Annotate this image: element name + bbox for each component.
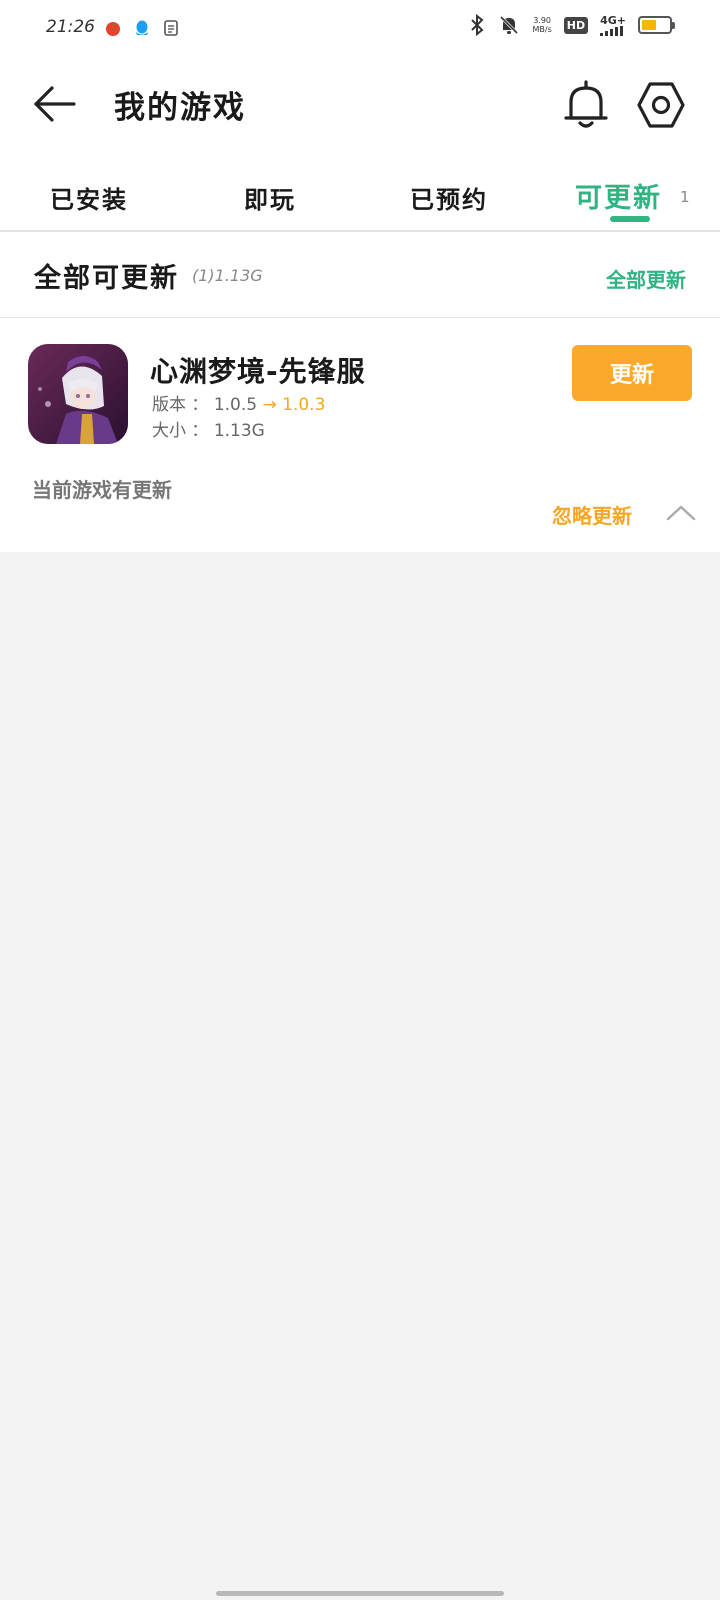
hd-badge: HD <box>563 16 589 34</box>
game-size: 大小 ： 1.13G <box>152 421 265 441</box>
battery-icon <box>638 16 675 34</box>
settings-icon[interactable] <box>636 80 686 130</box>
tab-updatable[interactable]: 可更新 <box>575 176 662 215</box>
tab-bar: 已安装 即玩 已预约 可更新 1 <box>0 170 720 232</box>
game-version: 版本 ： 1.0.5 → 1.0.3 <box>152 395 326 415</box>
page-title: 我的游戏 <box>114 90 246 126</box>
ignore-update-link[interactable]: 忽略更新 <box>552 500 632 529</box>
tab-updatable-count: 1 <box>680 188 690 206</box>
section-summary: (1)1.13G <box>192 266 263 285</box>
section-header: 全部可更新 (1)1.13G 全部更新 <box>0 232 720 318</box>
status-bar: 21:26 3.90 MB/s HD 4G+ <box>0 0 720 58</box>
battery-level <box>642 20 657 30</box>
bluetooth-icon <box>471 14 484 36</box>
section-title: 全部可更新 <box>34 263 179 294</box>
chevron-up-icon[interactable] <box>666 502 696 522</box>
size-value: 1.13G <box>213 421 265 441</box>
status-time: 21:26 <box>46 17 95 37</box>
tab-reserved[interactable]: 已预约 <box>410 180 488 215</box>
mute-icon <box>500 15 519 35</box>
status-indicators: 3.90 MB/s HD 4G+ <box>468 14 675 36</box>
game-name[interactable]: 心渊梦境-先锋服 <box>150 350 366 390</box>
update-note: 当前游戏有更新 <box>32 478 172 502</box>
net-speed: 3.90 MB/s <box>532 16 551 34</box>
version-arrow: → <box>262 395 277 415</box>
net-speed-unit: MB/s <box>532 25 552 34</box>
bell-icon[interactable] <box>561 78 611 130</box>
size-label: 大小 <box>152 421 186 441</box>
version-label: 版本 <box>152 395 186 415</box>
current-version: 1.0.5 <box>213 395 258 415</box>
qq-icon <box>136 20 148 35</box>
network-indicator: 4G+ <box>600 15 626 36</box>
tab-active-indicator <box>610 216 650 222</box>
update-button[interactable]: 更新 <box>572 345 692 401</box>
net-speed-value: 3.90 <box>533 16 552 25</box>
back-arrow-icon[interactable] <box>30 80 78 128</box>
update-all-link[interactable]: 全部更新 <box>606 264 686 293</box>
document-icon <box>164 20 178 36</box>
tab-installed[interactable]: 已安装 <box>50 180 128 215</box>
game-artwork-icon <box>28 344 128 444</box>
game-icon[interactable] <box>28 344 128 444</box>
tomato-app-icon <box>106 22 120 36</box>
tab-instant-play[interactable]: 即玩 <box>244 180 296 215</box>
home-indicator[interactable] <box>216 1591 504 1596</box>
network-type: 4G+ <box>600 13 626 27</box>
new-version: 1.0.3 <box>282 395 326 415</box>
signal-icon <box>600 25 624 36</box>
